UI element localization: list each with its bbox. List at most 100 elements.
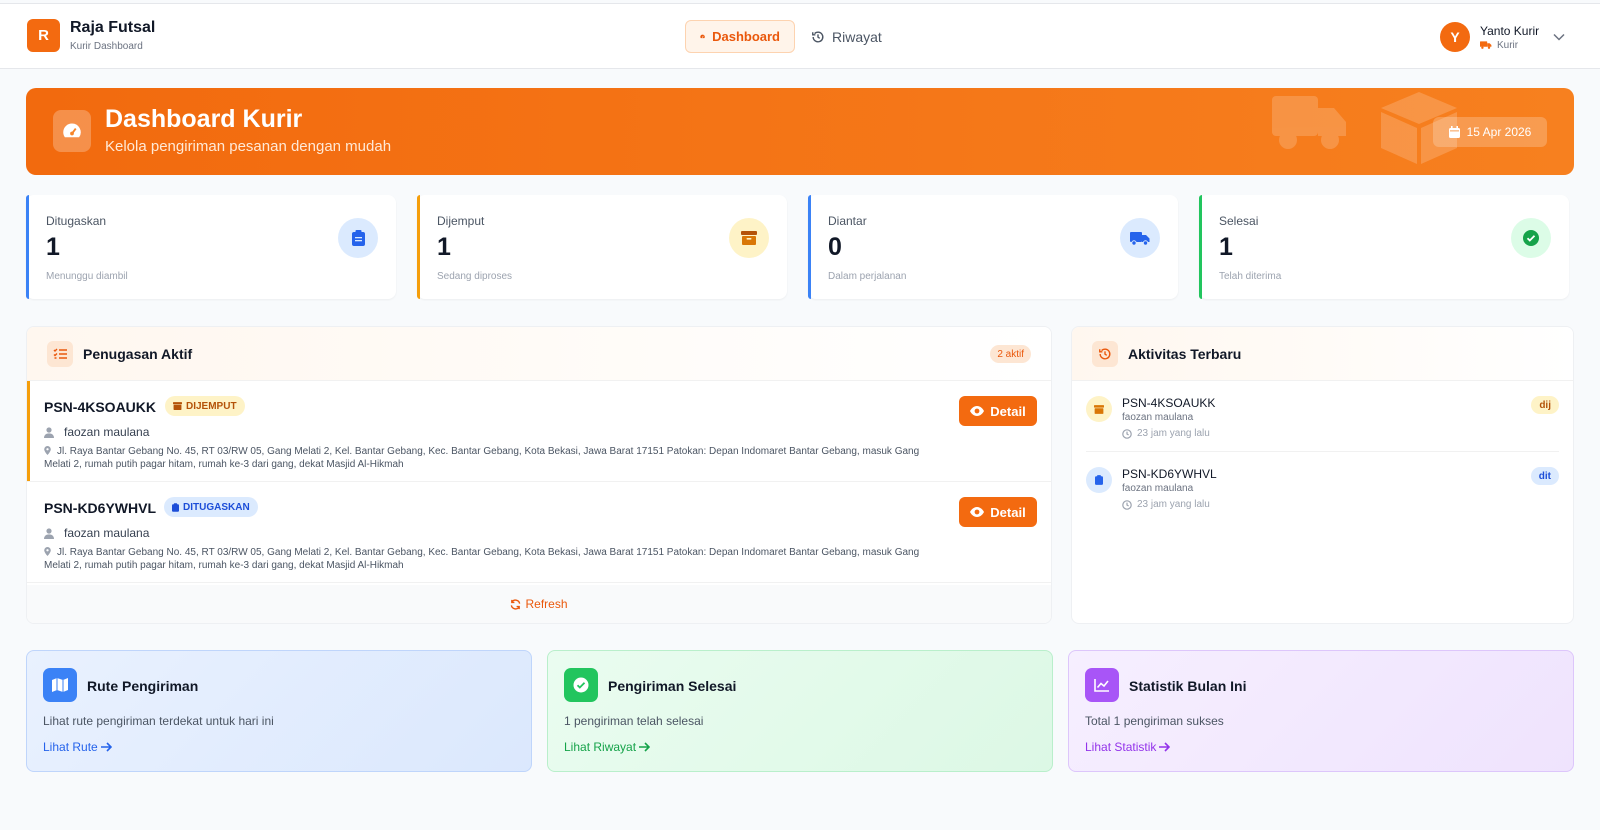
link-label: Lihat Statistik xyxy=(1085,740,1157,754)
hero-banner: Dashboard Kurir Kelola pengiriman pesana… xyxy=(26,88,1574,175)
clock-icon xyxy=(1122,499,1132,510)
view-statistics-link[interactable]: Lihat Statistik xyxy=(1085,740,1171,754)
activity-time-label: 23 jam yang lalu xyxy=(1137,499,1210,510)
stat-note: Menunggu diambil xyxy=(46,271,128,282)
activity-customer: faozan maulana xyxy=(1122,483,1194,494)
address: Jl. Raya Bantar Gebang No. 45, RT 03/RW … xyxy=(44,445,924,471)
stat-card-selesai: Selesai 1 Telah diterima xyxy=(1199,195,1569,299)
panel-title: Penugasan Aktif xyxy=(83,346,193,362)
address-text: Jl. Raya Bantar Gebang No. 45, RT 03/RW … xyxy=(44,547,920,571)
avatar: Y xyxy=(1440,22,1470,52)
stat-label: Dijemput xyxy=(437,214,485,228)
eye-icon xyxy=(970,406,985,416)
history-icon xyxy=(1092,341,1118,367)
detail-button-label: Detail xyxy=(990,504,1026,520)
recent-activity-panel: Aktivitas Terbaru PSN-4KSOAUKK faozan ma… xyxy=(1071,326,1574,624)
activity-code: PSN-4KSOAUKK xyxy=(1122,396,1216,410)
link-label: Lihat Rute xyxy=(43,740,98,754)
stat-value: 1 xyxy=(46,233,60,261)
nav-dashboard[interactable]: Dashboard xyxy=(685,20,795,53)
assignment-item: PSN-KD6YWHVL DITUGASKAN faozan maulana J… xyxy=(27,482,1051,583)
status-label: DIJEMPUT xyxy=(186,400,237,412)
page-subtitle: Kelola pengiriman pesanan dengan mudah xyxy=(105,138,392,155)
top-navbar: R Raja Futsal Kurir Dashboard Dashboard … xyxy=(0,3,1600,69)
history-icon xyxy=(812,30,824,42)
arrow-right-icon xyxy=(1159,742,1171,752)
detail-button-label: Detail xyxy=(990,403,1026,419)
activity-customer: faozan maulana xyxy=(1122,412,1194,423)
customer-name: faozan maulana xyxy=(64,425,150,439)
activity-code: PSN-KD6YWHVL xyxy=(1122,467,1217,481)
stat-note: Dalam perjalanan xyxy=(828,271,907,282)
card-title: Rute Pengiriman xyxy=(87,678,199,694)
assignment-accent xyxy=(27,381,30,481)
gauge-icon xyxy=(53,110,91,152)
truck-icon xyxy=(1272,96,1346,149)
user-icon xyxy=(44,527,54,539)
completed-card: Pengiriman Selesai 1 pengiriman telah se… xyxy=(547,650,1053,772)
view-route-link[interactable]: Lihat Rute xyxy=(43,740,112,754)
eye-icon xyxy=(970,507,985,517)
route-card: Rute Pengiriman Lihat rute pengiriman te… xyxy=(26,650,532,772)
calendar-icon xyxy=(1448,126,1460,138)
date-label: 15 Apr 2026 xyxy=(1466,125,1532,139)
box-icon xyxy=(1086,396,1112,422)
stat-accent xyxy=(26,195,29,299)
assignment-item: PSN-4KSOAUKK DIJEMPUT faozan maulana Jl.… xyxy=(27,381,1051,482)
stat-label: Diantar xyxy=(828,214,867,228)
nav-dashboard-label: Dashboard xyxy=(712,29,780,44)
stat-note: Sedang diproses xyxy=(437,271,513,282)
order-code: PSN-4KSOAUKK xyxy=(44,399,157,415)
nav-riwayat[interactable]: Riwayat xyxy=(797,20,896,53)
refresh-label: Refresh xyxy=(525,597,568,611)
arrow-right-icon xyxy=(100,742,112,752)
customer: faozan maulana xyxy=(44,526,149,540)
activity-time-label: 23 jam yang lalu xyxy=(1137,428,1210,439)
activity-status-tag: dij xyxy=(1531,396,1559,414)
clipboard-icon xyxy=(172,502,179,512)
address-text: Jl. Raya Bantar Gebang No. 45, RT 03/RW … xyxy=(44,446,920,470)
panel-header: Aktivitas Terbaru xyxy=(1072,327,1573,381)
page-title: Dashboard Kurir xyxy=(105,105,303,133)
date-badge: 15 Apr 2026 xyxy=(1433,117,1547,147)
brand-logo: R xyxy=(27,19,60,52)
detail-button[interactable]: Detail xyxy=(959,497,1037,527)
card-title: Statistik Bulan Ini xyxy=(1129,678,1247,694)
user-icon xyxy=(44,426,54,438)
activity-item[interactable]: PSN-KD6YWHVL faozan maulana 23 jam yang … xyxy=(1086,452,1559,523)
customer: faozan maulana xyxy=(44,425,149,439)
clock-icon xyxy=(1122,428,1132,439)
map-pin-icon xyxy=(44,547,51,556)
refresh-icon xyxy=(511,598,521,610)
box-icon xyxy=(173,402,182,410)
status-label: DITUGASKAN xyxy=(183,501,250,513)
nav-riwayat-label: Riwayat xyxy=(832,28,882,45)
brand[interactable]: R Raja Futsal Kurir Dashboard xyxy=(27,19,155,52)
stat-accent xyxy=(417,195,420,299)
map-icon xyxy=(43,668,77,702)
map-pin-icon xyxy=(44,446,51,455)
panel-title: Aktivitas Terbaru xyxy=(1128,346,1242,362)
customer-name: faozan maulana xyxy=(64,526,150,540)
stat-card-diantar: Diantar 0 Dalam perjalanan xyxy=(808,195,1178,299)
clipboard-list-icon xyxy=(338,218,378,258)
truck-icon xyxy=(1480,41,1492,49)
detail-button[interactable]: Detail xyxy=(959,396,1037,426)
refresh-button[interactable]: Refresh xyxy=(27,585,1051,623)
count-badge: 2 aktif xyxy=(990,345,1031,363)
statistics-card: Statistik Bulan Ini Total 1 pengiriman s… xyxy=(1068,650,1574,772)
activity-item[interactable]: PSN-4KSOAUKK faozan maulana 23 jam yang … xyxy=(1086,381,1559,452)
user-menu[interactable]: Y Yanto Kurir Kurir xyxy=(1440,22,1565,52)
stat-note: Telah diterima xyxy=(1219,271,1282,282)
app-subtitle: Kurir Dashboard xyxy=(70,41,143,52)
clipboard-icon xyxy=(1086,467,1112,493)
stat-label: Ditugaskan xyxy=(46,214,107,228)
active-assignments-panel: Penugasan Aktif 2 aktif PSN-4KSOAUKK DIJ… xyxy=(26,326,1052,624)
check-circle-icon xyxy=(564,668,598,702)
panel-header: Penugasan Aktif 2 aktif xyxy=(27,327,1051,381)
order-code: PSN-KD6YWHVL xyxy=(44,500,157,516)
arrow-right-icon xyxy=(639,742,651,752)
card-description: Lihat rute pengiriman terdekat untuk har… xyxy=(43,714,274,728)
view-history-link[interactable]: Lihat Riwayat xyxy=(564,740,651,754)
activity-time: 23 jam yang lalu xyxy=(1122,428,1210,439)
